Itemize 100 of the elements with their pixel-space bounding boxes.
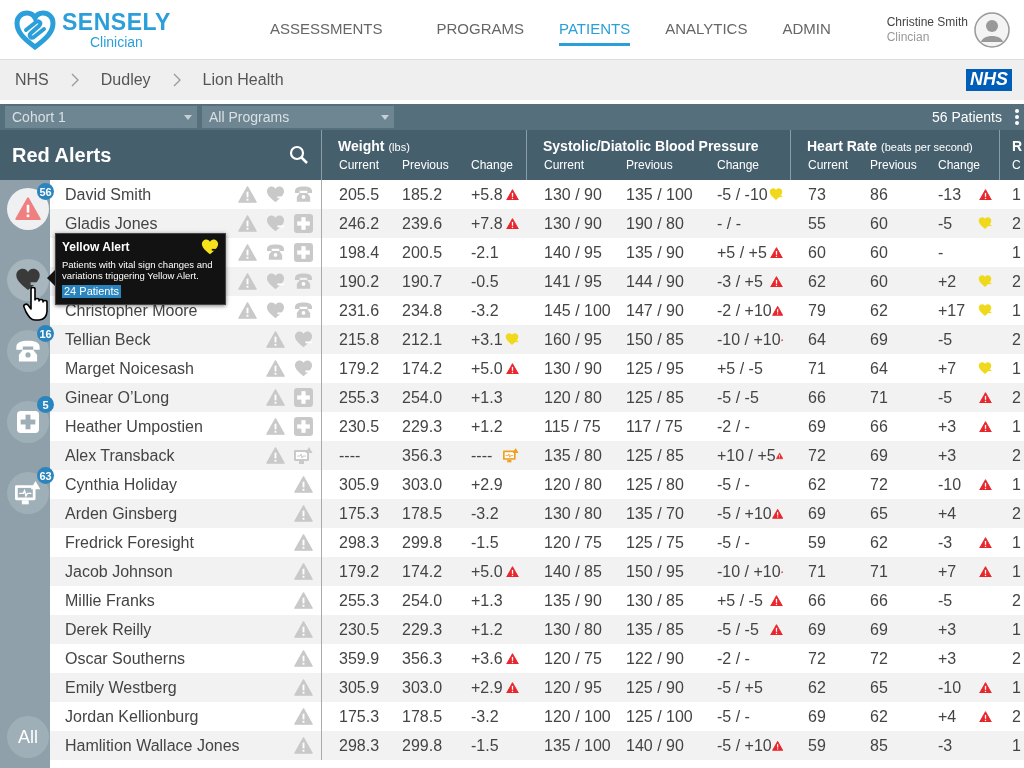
table-cell: 140 / 95 [544, 243, 602, 261]
patient-name[interactable]: Fredrick Foresight [65, 533, 194, 552]
table-cell: -5 / +10 [717, 504, 772, 523]
table-cell: -3.2 [471, 301, 499, 320]
table-cell: 59 [808, 533, 826, 551]
table-cell: 255.3 [339, 388, 380, 406]
table-cell: 147 / 90 [626, 301, 684, 319]
table-cell: 125 / 95 [626, 359, 684, 377]
table-cell: 60 [808, 243, 826, 261]
table-cell: 1 [1012, 301, 1021, 319]
table-cell: -5 / - [717, 475, 750, 494]
breadcrumb-link[interactable]: NHS [15, 71, 49, 89]
patient-name[interactable]: Derek Reilly [65, 620, 152, 639]
table-cell: 135 / 90 [626, 243, 684, 261]
table-cell: 185.2 [402, 185, 443, 203]
nav-tab[interactable]: ASSESSMENTS [270, 13, 383, 46]
patient-name[interactable]: Emily Westberg [65, 678, 177, 697]
alert-filter-button[interactable] [7, 401, 49, 443]
table-cell: 130 / 85 [626, 591, 684, 609]
table-cell: 305.9 [339, 475, 380, 493]
table-cell: 198.4 [339, 243, 380, 261]
table-cell: -5 [938, 591, 953, 610]
table-cell: 135 / 85 [626, 620, 684, 638]
table-cell: 59 [808, 736, 826, 754]
table-cell: 140 / 85 [544, 562, 602, 580]
more-options-icon[interactable] [1015, 109, 1019, 125]
breadcrumb-link[interactable]: Dudley [100, 71, 151, 89]
table-cell: 65 [870, 678, 888, 696]
patient-name[interactable]: David Smith [65, 185, 152, 204]
column-header: Change [938, 158, 981, 172]
column-header: Previous [402, 158, 449, 172]
patient-name[interactable]: Gladis Jones [65, 214, 158, 233]
table-cell: 174.2 [402, 359, 443, 377]
plus-icon [17, 411, 39, 433]
table-cell: 122 / 90 [626, 649, 684, 667]
table-cell: 2 [1012, 214, 1021, 232]
avatar-icon[interactable] [974, 11, 1010, 48]
table-cell: 144 / 90 [626, 272, 684, 290]
list-title: Red Alerts [12, 143, 112, 167]
table-cell: 72 [808, 446, 826, 464]
table-cell: 255.3 [339, 591, 380, 609]
patient-name[interactable]: Arden Ginsberg [65, 504, 178, 523]
table-cell: -5 / - [717, 707, 750, 726]
table-cell: -2 / +10 [717, 301, 772, 320]
patient-name[interactable]: Ginear O’Long [65, 388, 170, 407]
table-cell: 175.3 [339, 504, 380, 522]
table-cell: 2 [1012, 504, 1021, 522]
table-cell: 71 [808, 359, 826, 377]
table-cell: 66 [808, 591, 826, 609]
patient-name[interactable]: Cynthia Holiday [65, 475, 178, 494]
table-cell: ---- [339, 446, 361, 464]
patient-name[interactable]: Christopher Moore [65, 301, 198, 320]
table-cell: 62 [870, 707, 888, 725]
table-cell: 125 / 85 [626, 388, 684, 406]
heart-icon [201, 238, 219, 256]
patient-name[interactable]: Hamlition Wallace Jones [65, 736, 240, 755]
alert-filter-button[interactable] [7, 259, 49, 301]
table-cell: 60 [870, 272, 888, 290]
patient-name[interactable]: Jacob Johnson [65, 562, 173, 581]
patient-name[interactable]: Tellian Beck [65, 330, 151, 349]
table-cell: 1 [1012, 359, 1021, 377]
patient-name[interactable]: Oscar Southerns [65, 649, 186, 668]
patient-count: 24 Patients [62, 285, 122, 298]
table-cell: +5.0 [471, 359, 503, 378]
patient-name[interactable]: Marget Noicesash [65, 359, 194, 378]
table-cell: 66 [870, 417, 888, 435]
table-cell: 73 [808, 185, 826, 203]
table-cell: -5 [938, 330, 953, 349]
table-cell: 190 / 80 [626, 214, 684, 232]
table-cell: 234.8 [402, 301, 443, 319]
table-cell: -2 / - [717, 649, 750, 668]
patient-name[interactable]: Millie Franks [65, 591, 155, 610]
table-cell: 215.8 [339, 330, 380, 348]
nav-tab[interactable]: ADMIN [782, 13, 831, 46]
table-cell: +3.1 [471, 330, 503, 349]
caret-icon [381, 114, 389, 120]
breadcrumb-link[interactable]: Lion Health [202, 71, 284, 89]
search-icon[interactable] [289, 145, 309, 165]
table-cell: 178.5 [402, 707, 443, 725]
table-cell: 85 [870, 736, 888, 754]
table-cell: 125 / 80 [626, 475, 684, 493]
table-cell: 299.8 [402, 736, 443, 754]
nav-tab[interactable]: ANALYTICS [665, 13, 748, 46]
patient-name[interactable]: Jordan Kellionburg [65, 707, 199, 726]
table-cell: 71 [808, 562, 826, 580]
table-cell: -5 / -10 [717, 185, 768, 204]
table-cell: 69 [808, 620, 826, 638]
table-cell: 72 [808, 649, 826, 667]
nav-tab[interactable]: PROGRAMS [436, 13, 525, 46]
table-cell: 246.2 [339, 214, 380, 232]
user-role: Clincian [886, 29, 931, 44]
patient-name[interactable]: Alex Transback [65, 446, 175, 465]
table-cell: 1 [1012, 417, 1021, 435]
table-cell: -3.2 [471, 504, 499, 523]
table-cell: 174.2 [402, 562, 443, 580]
table-cell: 135 / 80 [544, 446, 602, 464]
table-cell: 299.8 [402, 533, 443, 551]
table-cell: 69 [808, 504, 826, 522]
table-cell: -3 [938, 533, 953, 552]
patient-name[interactable]: Heather Umpostien [65, 417, 203, 436]
